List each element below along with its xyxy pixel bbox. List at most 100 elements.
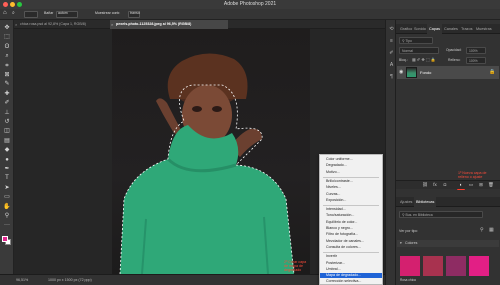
menu-item[interactable]: Intensidad...	[320, 207, 382, 212]
portrait-photo	[119, 53, 295, 274]
add-mask-icon[interactable]: ◘	[442, 182, 448, 188]
tab-capas[interactable]: Capas	[427, 24, 442, 34]
menu-item[interactable]: Consulta de colores...	[320, 245, 382, 250]
group-label: Colores	[405, 241, 418, 245]
home-icon[interactable]: ⌂	[3, 10, 7, 16]
menu-item[interactable]: Invertir	[320, 254, 382, 259]
zoom-icon[interactable]: ⚲	[3, 212, 11, 220]
layer-row[interactable]: ◉ Fondo 🔒	[397, 66, 499, 79]
color-group-header[interactable]: ▾ Colores	[397, 240, 499, 247]
properties-panel-icon[interactable]: ≡	[388, 38, 395, 45]
menu-item[interactable]: Curvas...	[320, 192, 382, 197]
search-icon[interactable]: ⚲	[480, 227, 484, 233]
tab-ajustes[interactable]: Ajustes	[398, 197, 414, 207]
layer-thumbnail	[406, 67, 417, 78]
blend-mode-select[interactable]: Normal	[399, 47, 439, 54]
brush-size-picker[interactable]	[24, 11, 38, 18]
menu-item[interactable]: Filtro de fotografía...	[320, 232, 382, 237]
layer-filter-select[interactable]: ⚲ Tipo	[399, 37, 433, 44]
tab-label: pexels-photo-1125328.jpeg al 96,5% (RGB/…	[116, 22, 192, 26]
menu-item[interactable]: Equilibrio de color...	[320, 220, 382, 225]
menu-item[interactable]: Motivo...	[320, 170, 382, 175]
menu-item[interactable]: Degradado...	[320, 163, 382, 168]
document-image[interactable]	[112, 29, 310, 274]
frame-icon[interactable]: ⊠	[3, 71, 11, 79]
crop-icon[interactable]: ⌗	[3, 62, 11, 70]
menu-item[interactable]: Mapa de degradado...	[320, 273, 382, 279]
library-color-swatch[interactable]	[400, 256, 420, 276]
menu-item[interactable]: Exposición...	[320, 198, 382, 203]
zoom-level[interactable]: 96,51%	[16, 278, 28, 282]
marquee-icon[interactable]: ⬚	[3, 33, 11, 41]
layer-style-icon[interactable]: fx	[432, 182, 438, 188]
close-tab-icon[interactable]: ×	[111, 20, 113, 29]
menu-item[interactable]: Umbral...	[320, 267, 382, 272]
options-bar: ⌂ ⌕ Bañar autom Muestrear contr. transd	[0, 9, 500, 20]
menu-item[interactable]: Tono/saturación...	[320, 213, 382, 218]
layers-action-bar: ⛓ fx ◘ ◐ ▭ ⊞ 🗑	[396, 180, 500, 189]
layer-name: Fondo	[420, 70, 432, 75]
link-layers-icon[interactable]: ⛓	[422, 182, 428, 188]
view-by-type-select[interactable]: Ver por tipo	[399, 229, 417, 233]
lock-icons[interactable]: ▦ ✐ ✥ ⬚ 🔒	[412, 57, 436, 62]
new-group-icon[interactable]: ▭	[468, 182, 474, 188]
path-select-icon[interactable]: ➤	[3, 184, 11, 192]
library-color-swatch[interactable]	[446, 256, 466, 276]
quick-select-icon[interactable]: ⌕	[3, 52, 11, 60]
panel-icon-strip: ⟲ ≡ ✐ A ¶	[385, 20, 396, 285]
visibility-eye-icon[interactable]: ◉	[399, 69, 403, 75]
library-panel-tabs: Ajustes Bibliotecas	[396, 197, 500, 207]
quick-select-tool-icon[interactable]: ⌕	[12, 10, 15, 16]
more-tools-icon[interactable]: ···	[3, 221, 11, 229]
delete-layer-icon[interactable]: 🗑	[488, 182, 494, 188]
menu-item[interactable]: Mezclador de canales...	[320, 239, 382, 244]
document-tab[interactable]: × chica rosa.psd al 92,8% (Capa 1, RGB/8…	[14, 20, 109, 29]
library-search-placeholder: Bus. en Biblioteca	[405, 213, 433, 217]
new-layer-icon[interactable]: ⊞	[478, 182, 484, 188]
type-icon[interactable]: T	[3, 174, 11, 182]
tab-bibliotecas[interactable]: Bibliotecas	[414, 197, 437, 207]
tab-sonido[interactable]: Sonido	[412, 24, 428, 34]
lasso-icon[interactable]: ʘ	[3, 43, 11, 51]
left-eye-shape	[192, 106, 202, 112]
gradient-icon[interactable]: ▤	[3, 137, 11, 145]
document-tab-active[interactable]: × pexels-photo-1125328.jpeg al 96,5% (RG…	[110, 20, 228, 29]
eraser-icon[interactable]: ◫	[3, 127, 11, 135]
opacity-field[interactable]: 100%	[466, 47, 486, 54]
menu-item[interactable]: Corrección selectiva...	[320, 279, 382, 284]
menu-item[interactable]: Blanco y negro...	[320, 226, 382, 231]
annotation-gradient-map: 2º Crear capa de mapa de degradado	[284, 260, 307, 273]
option-label: Bañar	[44, 11, 54, 15]
history-panel-icon[interactable]: ⟲	[388, 26, 395, 33]
move-icon[interactable]: ✥	[3, 24, 11, 32]
paragraph-panel-icon[interactable]: ¶	[388, 74, 395, 81]
brush-panel-icon[interactable]: ✐	[388, 50, 395, 57]
option-label[interactable]: Muestrear contr.	[95, 11, 120, 17]
brush-icon[interactable]: ✐	[3, 99, 11, 107]
close-tab-icon[interactable]: ×	[15, 20, 17, 29]
library-color-swatch[interactable]	[423, 256, 443, 276]
hand-icon[interactable]: ✋	[3, 203, 11, 211]
dodge-icon[interactable]: ●	[3, 156, 11, 164]
menu-item[interactable]: Posterizar...	[320, 261, 382, 266]
tab-canales[interactable]: Canales	[442, 24, 460, 34]
library-color-swatch[interactable]	[469, 256, 489, 276]
pen-icon[interactable]: ✒	[3, 165, 11, 173]
foreground-color-swatch[interactable]	[2, 236, 8, 242]
history-brush-icon[interactable]: ↺	[3, 118, 11, 126]
menu-item[interactable]: Color uniforme...	[320, 157, 382, 162]
healing-brush-icon[interactable]: ✚	[3, 90, 11, 98]
blur-icon[interactable]: ◆	[3, 146, 11, 154]
library-search-input[interactable]: ⚲ Bus. en Biblioteca	[399, 211, 483, 218]
menu-item[interactable]: Brillo/contraste...	[320, 179, 382, 184]
eyedropper-icon[interactable]: ✎	[3, 80, 11, 88]
rectangle-icon[interactable]: ▭	[3, 193, 11, 201]
clone-stamp-icon[interactable]: ⊥	[3, 109, 11, 117]
new-adjustment-layer-icon[interactable]: ◐	[458, 182, 464, 188]
tab-trazos[interactable]: Trazos	[459, 24, 474, 34]
character-panel-icon[interactable]: A	[388, 62, 395, 69]
menu-item[interactable]: Niveles...	[320, 185, 382, 190]
grid-view-icon[interactable]: ▦	[489, 227, 494, 233]
tab-muestras[interactable]: Muestras	[474, 24, 494, 34]
fill-field[interactable]: 100%	[466, 57, 486, 64]
